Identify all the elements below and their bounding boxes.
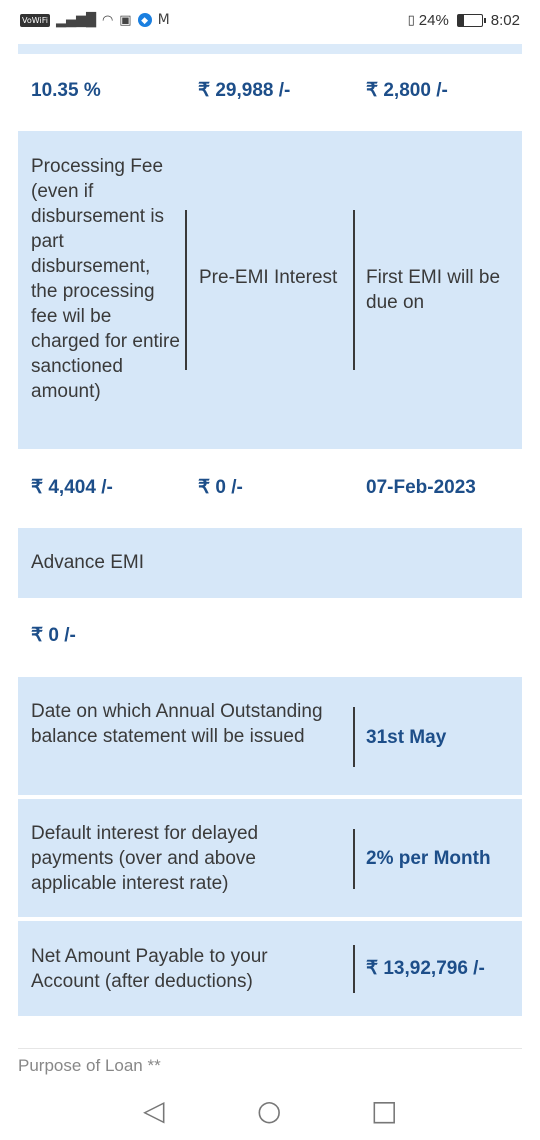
net-amount-value: ₹ 13,92,796 /- — [366, 958, 485, 979]
fee-values-row: ₹ 4,404 /- ₹ 0 /- 07-Feb-2023 — [18, 450, 522, 522]
advance-emi-label: Advance EMI — [31, 552, 144, 573]
default-interest-label: Default interest for delayed payments (o… — [31, 823, 259, 894]
statement-row: Date on which Annual Outstanding balance… — [18, 677, 522, 795]
advance-emi-label-row: Advance EMI — [18, 528, 522, 598]
home-icon[interactable]: ○ — [257, 1094, 281, 1127]
column-divider — [353, 945, 355, 993]
advance-emi-value: ₹ 0 /- — [31, 625, 76, 646]
processing-fee-label: Processing Fee (even if disbursement is … — [31, 156, 180, 402]
column-divider — [353, 829, 355, 889]
shield-icon: ◆ — [137, 13, 152, 27]
purpose-of-loan-label: Purpose of Loan ** — [18, 1056, 161, 1075]
column-divider — [353, 707, 355, 767]
net-amount-row: Net Amount Payable to your Account (afte… — [18, 921, 522, 1016]
pre-emi-label: Pre-EMI Interest — [199, 267, 338, 288]
advance-emi-values-row: ₹ 0 /- — [18, 599, 522, 671]
status-icons-left: VoWiFi ▂▄▆█ ◠ ▣ ◆ M — [20, 12, 170, 28]
clock: 8:02 — [490, 12, 520, 29]
default-interest-row: Default interest for delayed payments (o… — [18, 799, 522, 917]
wifi-icon: ◠ — [101, 12, 114, 28]
header-divider — [18, 44, 522, 54]
navigation-bar: ◁ ○ □ — [0, 1080, 540, 1140]
pre-emi-value: ₹ 0 /- — [198, 477, 243, 498]
fee-labels-row: Processing Fee (even if disbursement is … — [18, 131, 522, 449]
statement-label: Date on which Annual Outstanding balance… — [31, 701, 323, 747]
default-interest-value: 2% per Month — [366, 848, 491, 869]
recent-apps-icon[interactable]: □ — [371, 1094, 397, 1127]
signal-icon: ▂▄▆█ — [55, 12, 96, 28]
column-divider — [353, 210, 355, 370]
column-divider — [185, 210, 187, 370]
battery-percent: 24% — [418, 12, 449, 29]
back-icon[interactable]: ◁ — [143, 1094, 165, 1127]
vibrate-icon: ▯ — [407, 13, 415, 28]
first-emi-label: First EMI will be due on — [366, 267, 501, 313]
processing-fee-value: ₹ 4,404 /- — [31, 477, 113, 498]
emi-value: ₹ 2,800 /- — [366, 80, 448, 101]
interest-rate-value: 10.35 % — [31, 80, 101, 101]
net-amount-label: Net Amount Payable to your Account (afte… — [31, 946, 268, 992]
loan-amount-value: ₹ 29,988 /- — [198, 80, 291, 101]
first-emi-date-value: 07-Feb-2023 — [366, 477, 476, 498]
vowifi-icon: VoWiFi — [20, 13, 50, 27]
status-bar: VoWiFi ▂▄▆█ ◠ ▣ ◆ M ▯ 24% 8:02 — [0, 0, 540, 44]
data-saver-icon: ▣ — [119, 12, 132, 28]
loan-values-row: 10.35 % ₹ 29,988 /- ₹ 2,800 /- — [18, 54, 522, 126]
gmail-icon: M — [157, 12, 170, 28]
status-icons-right: ▯ 24% 8:02 — [408, 12, 520, 29]
section-divider — [18, 1048, 522, 1049]
statement-value: 31st May — [366, 727, 447, 748]
battery-icon — [456, 14, 486, 27]
